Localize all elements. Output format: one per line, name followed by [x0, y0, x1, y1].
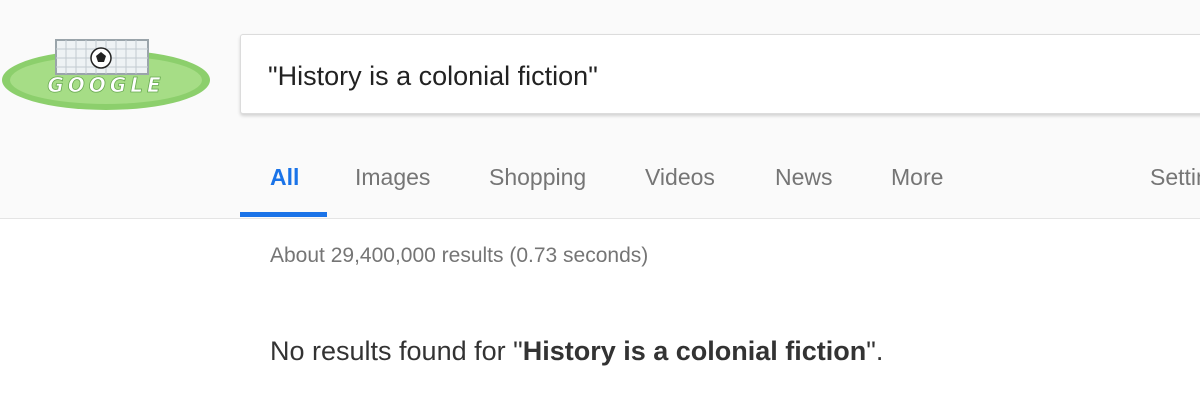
- search-box[interactable]: "History is a colonial fiction": [240, 34, 1200, 114]
- active-tab-indicator: [240, 212, 327, 217]
- google-doodle-logo[interactable]: GOOGLE: [0, 36, 212, 116]
- tab-shopping[interactable]: Shopping: [489, 164, 586, 191]
- tab-videos[interactable]: Videos: [645, 164, 715, 191]
- search-tabs: All Images Shopping Videos News More Set…: [0, 150, 1200, 218]
- result-stats: About 29,400,000 results (0.73 seconds): [270, 244, 649, 267]
- tab-images[interactable]: Images: [355, 164, 430, 191]
- no-results-suffix: ".: [866, 336, 884, 366]
- header: GOOGLE "History is a colonial fiction" A…: [0, 0, 1200, 219]
- tab-more[interactable]: More: [891, 164, 943, 191]
- search-input[interactable]: "History is a colonial fiction": [268, 35, 598, 115]
- tab-news[interactable]: News: [775, 164, 833, 191]
- no-results-message: No results found for "History is a colon…: [270, 336, 883, 367]
- logo-text: GOOGLE: [47, 73, 164, 97]
- tab-all[interactable]: All: [270, 164, 299, 191]
- soccer-doodle-logo-icon: GOOGLE: [2, 39, 210, 110]
- no-results-query: History is a colonial fiction: [522, 336, 867, 366]
- no-results-prefix: No results found for ": [270, 336, 523, 366]
- tab-settings[interactable]: Settings: [1150, 164, 1200, 191]
